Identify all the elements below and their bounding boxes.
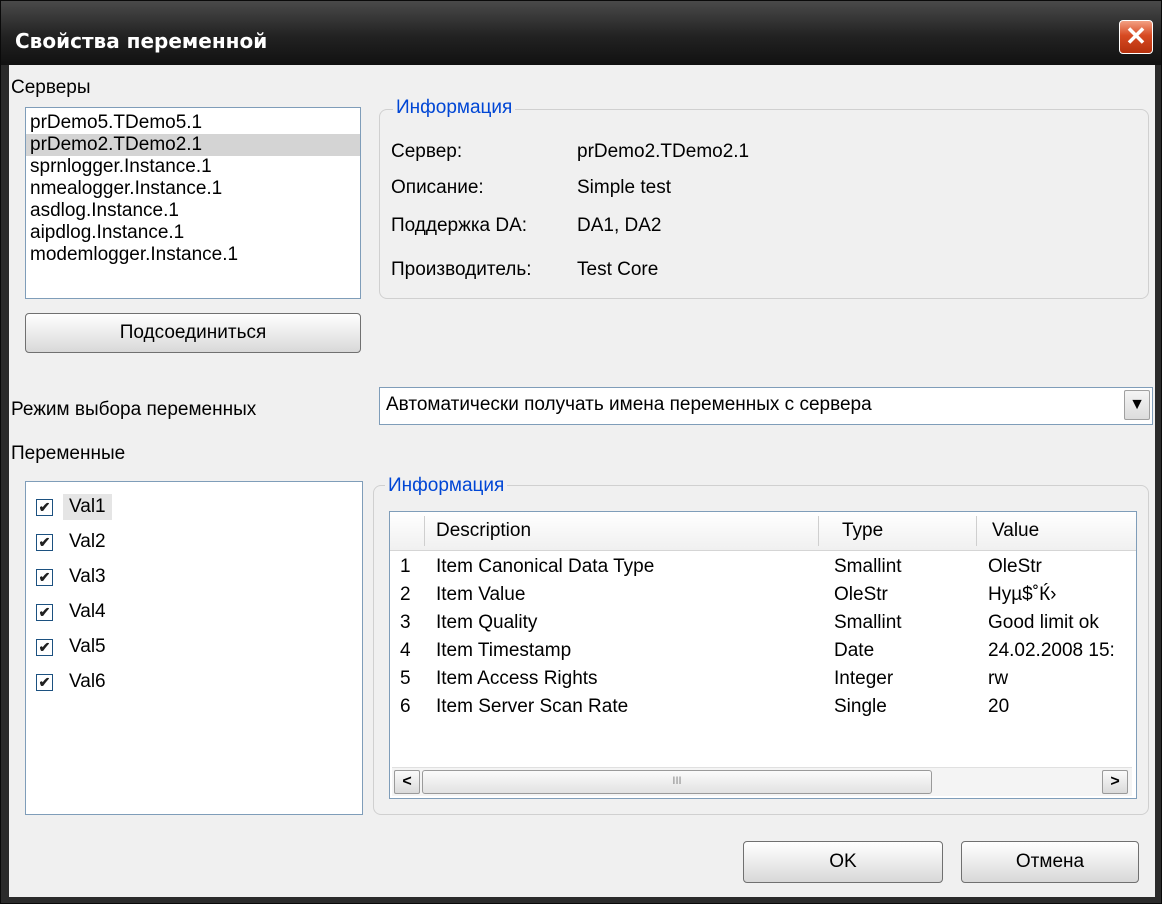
item-properties-grid[interactable]: Description Type Value 1 Item Canonical … — [389, 511, 1137, 799]
row-type: Smallint — [834, 612, 902, 633]
column-header-value[interactable]: Value — [992, 520, 1039, 542]
variable-checkbox[interactable]: ✔ — [36, 499, 53, 516]
server-item[interactable]: prDemo5.TDemo5.1 — [26, 112, 360, 134]
variable-label: Val1 — [63, 494, 112, 520]
row-number: 6 — [400, 696, 411, 717]
server-info-value: DA1, DA2 — [577, 215, 662, 236]
row-description: Item Value — [436, 584, 526, 605]
server-info-label: Производитель: — [391, 259, 532, 280]
item-info-title: Информация — [385, 475, 508, 497]
servers-listbox[interactable]: prDemo5.TDemo5.1 prDemo2.TDemo2.1 sprnlo… — [25, 107, 361, 299]
ok-button[interactable]: OK — [743, 841, 943, 883]
row-description: Item Canonical Data Type — [436, 556, 655, 577]
chevron-down-icon[interactable]: ▼ — [1124, 390, 1150, 420]
close-button[interactable]: ✕ — [1119, 20, 1153, 54]
row-description: Item Timestamp — [436, 640, 572, 661]
dialog-window: Свойства переменной ✕ Серверы prDemo5.TD… — [0, 0, 1162, 904]
window-title: Свойства переменной — [15, 29, 268, 53]
server-item[interactable]: nmealogger.Instance.1 — [26, 178, 360, 200]
servers-label: Серверы — [11, 77, 91, 98]
row-value: rw — [988, 668, 1009, 689]
table-row[interactable]: 6 Item Server Scan Rate Single 20 — [390, 694, 1136, 722]
server-item[interactable]: modemlogger.Instance.1 — [26, 244, 360, 266]
title-bar[interactable]: Свойства переменной ✕ — [1, 1, 1161, 65]
mode-label: Режим выбора переменных — [11, 399, 257, 420]
cancel-button[interactable]: Отмена — [961, 841, 1139, 883]
variables-label: Переменные — [11, 443, 126, 464]
variable-label: Val6 — [69, 671, 106, 692]
connect-button[interactable]: Подсоединиться — [25, 313, 361, 353]
row-description: Item Quality — [436, 612, 538, 633]
server-info-label: Поддержка DA: — [391, 215, 528, 236]
server-info-title: Информация — [393, 97, 516, 119]
scroll-right-button[interactable]: > — [1102, 770, 1128, 794]
variables-checklist[interactable]: ✔ Val1 ✔ Val2 ✔ Val3 ✔ Val4 ✔ Val5 ✔ Val… — [25, 481, 363, 815]
row-description: Item Access Rights — [436, 668, 598, 689]
row-value: 20 — [988, 696, 1010, 717]
variable-label: Val4 — [69, 601, 106, 622]
variable-checkbox[interactable]: ✔ — [36, 604, 53, 621]
horizontal-scrollbar[interactable]: < III > — [392, 767, 1132, 796]
variable-label: Val5 — [69, 636, 106, 657]
row-number: 5 — [400, 668, 411, 689]
server-info-value: Simple test — [577, 177, 671, 198]
variable-checkbox[interactable]: ✔ — [36, 674, 53, 691]
server-item-selected[interactable]: prDemo2.TDemo2.1 — [26, 134, 360, 156]
server-item[interactable]: aipdlog.Instance.1 — [26, 222, 360, 244]
variable-checkbox[interactable]: ✔ — [36, 639, 53, 656]
column-divider[interactable] — [424, 516, 425, 546]
server-info-label: Описание: — [391, 177, 484, 198]
mode-selected-value: Автоматически получать имена переменных … — [386, 394, 872, 415]
mode-combobox[interactable]: Автоматически получать имена переменных … — [379, 387, 1153, 425]
row-type: Single — [834, 696, 887, 717]
row-number: 4 — [400, 640, 411, 661]
server-info-value: Test Core — [577, 259, 659, 280]
row-number: 2 — [400, 584, 411, 605]
server-info-label: Сервер: — [391, 141, 463, 162]
column-header-description[interactable]: Description — [436, 520, 531, 542]
variable-checkbox[interactable]: ✔ — [36, 534, 53, 551]
table-row[interactable]: 3 Item Quality Smallint Good limit ok — [390, 610, 1136, 638]
grid-header: Description Type Value — [390, 512, 1136, 551]
table-row[interactable]: 4 Item Timestamp Date 24.02.2008 15: — [390, 638, 1136, 666]
row-value: Good limit ok — [988, 612, 1099, 633]
variable-label: Val3 — [69, 566, 106, 587]
table-row[interactable]: 2 Item Value OleStr Hyµ$˚Ќ› — [390, 582, 1136, 610]
row-type: Integer — [834, 668, 894, 689]
dialog-client-area: Серверы prDemo5.TDemo5.1 prDemo2.TDemo2.… — [9, 65, 1155, 897]
row-type: Smallint — [834, 556, 902, 577]
server-item[interactable]: sprnlogger.Instance.1 — [26, 156, 360, 178]
server-info-value: prDemo2.TDemo2.1 — [577, 141, 750, 162]
column-divider[interactable] — [818, 516, 819, 546]
row-description: Item Server Scan Rate — [436, 696, 629, 717]
table-row[interactable]: 1 Item Canonical Data Type Smallint OleS… — [390, 554, 1136, 582]
column-divider[interactable] — [976, 516, 977, 546]
row-value: 24.02.2008 15: — [988, 640, 1115, 661]
row-value: OleStr — [988, 556, 1042, 577]
row-type: OleStr — [834, 584, 888, 605]
column-header-type[interactable]: Type — [842, 520, 883, 542]
row-number: 1 — [400, 556, 411, 577]
variable-checkbox[interactable]: ✔ — [36, 569, 53, 586]
scroll-left-button[interactable]: < — [394, 770, 420, 794]
row-value: Hyµ$˚Ќ› — [988, 584, 1057, 605]
variable-label: Val2 — [69, 531, 106, 552]
row-type: Date — [834, 640, 875, 661]
server-item[interactable]: asdlog.Instance.1 — [26, 200, 360, 222]
scroll-thumb[interactable]: III — [422, 770, 932, 794]
row-number: 3 — [400, 612, 411, 633]
table-row[interactable]: 5 Item Access Rights Integer rw — [390, 666, 1136, 694]
